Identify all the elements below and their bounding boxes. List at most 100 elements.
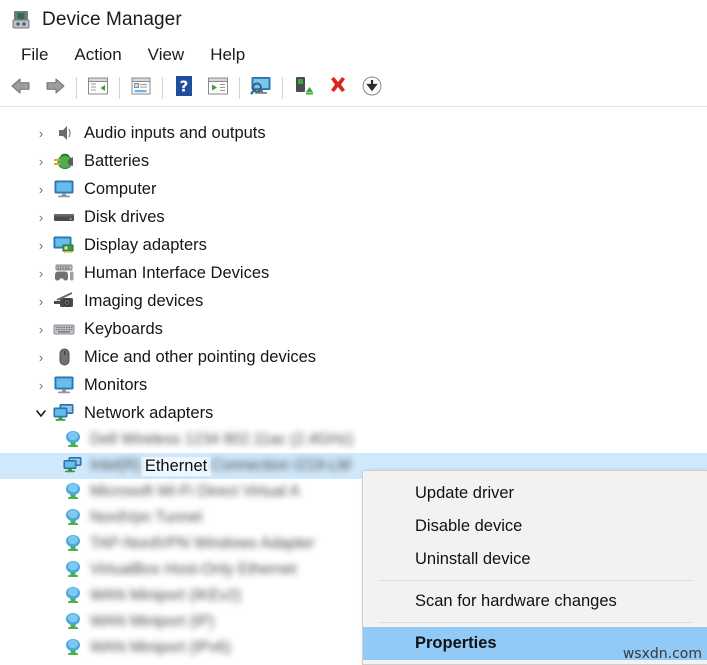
menu-action[interactable]: Action [61, 43, 134, 67]
context-menu[interactable]: Update driver Disable device Uninstall d… [362, 470, 707, 665]
chevron-right-icon[interactable]: › [30, 266, 52, 281]
chevron-right-icon[interactable]: › [30, 154, 52, 169]
tree-node-disk-drives[interactable]: › Disk drives [0, 203, 707, 231]
tree-node-label: Display adapters [84, 235, 207, 254]
device-manager-icon [10, 9, 32, 31]
chevron-right-icon[interactable]: › [30, 350, 52, 365]
speaker-icon [52, 123, 76, 143]
chevron-right-icon[interactable]: › [30, 322, 52, 337]
chevron-right-icon[interactable]: › [30, 378, 52, 393]
context-menu-item-uninstall-device[interactable]: Uninstall device [363, 543, 707, 576]
network-adapter-icon [62, 456, 84, 476]
tree-node-computer[interactable]: › Computer [0, 175, 707, 203]
tree-node-label: Monitors [84, 375, 148, 394]
tree-node-imaging-devices[interactable]: › Imaging devices [0, 287, 707, 315]
toolbar: ? [0, 70, 707, 170]
tree-node-label: Disk drives [84, 207, 165, 226]
tree-node-keyboards[interactable]: › Keyboards [0, 315, 707, 343]
tree-node-label: Network adapters [84, 403, 214, 422]
toolbar-separator [162, 77, 163, 99]
disk-drive-icon [52, 207, 76, 227]
toolbar-separator [239, 77, 240, 99]
redacted-adapter-name: VirtualBox Host-Only Ethernet [90, 561, 297, 578]
menu-bar: File Action View Help [0, 40, 707, 70]
toolbar-separator [119, 77, 120, 99]
context-menu-item-scan-for-hardware-changes[interactable]: Scan for hardware changes [363, 585, 707, 618]
network-device-icon [62, 430, 84, 450]
show-hide-console-tree-button[interactable] [81, 73, 115, 103]
enable-device-icon [293, 75, 315, 102]
properties-icon [130, 76, 152, 101]
back-icon [9, 76, 33, 101]
network-device-icon [62, 482, 84, 502]
network-device-icon [62, 586, 84, 606]
redacted-adapter-name: Dell Wireless 1234 802.11ac (2.4GHz) [90, 431, 354, 448]
context-menu-item-update-driver[interactable]: Update driver [363, 477, 707, 510]
redacted-adapter-name: WAN Miniport (IKEv2) [90, 587, 242, 604]
tree-node-label: Computer [84, 179, 157, 198]
context-menu-separator [379, 580, 692, 581]
computer-icon [52, 179, 76, 199]
scan-for-hardware-changes-button[interactable] [244, 73, 278, 103]
monitor-icon [52, 375, 76, 395]
svg-text:?: ? [180, 77, 189, 95]
context-menu-separator [379, 622, 692, 623]
chevron-right-icon[interactable]: › [30, 238, 52, 253]
redacted-adapter-name: NordVpn Tunnel [90, 509, 203, 526]
tree-node-batteries[interactable]: › Batteries [0, 147, 707, 175]
toolbar-separator [282, 77, 283, 99]
redacted-adapter-suffix: Connection I219-LM [211, 457, 351, 474]
device-manager-window: Device Manager File Action View Help ? ›… [0, 0, 707, 665]
help-button[interactable]: ? [167, 73, 201, 103]
context-menu-item-properties[interactable]: Properties [363, 627, 707, 660]
tree-node-audio-inputs-and-outputs[interactable]: › Audio inputs and outputs [0, 119, 707, 147]
forward-button[interactable] [38, 73, 72, 103]
chevron-down-icon[interactable] [30, 407, 52, 419]
keyboard-icon [52, 319, 76, 339]
chevron-right-icon[interactable]: › [30, 182, 52, 197]
uninstall-device-button[interactable] [321, 73, 355, 103]
network-device-icon [62, 560, 84, 580]
tree-node-label: Batteries [84, 151, 150, 170]
forward-icon [43, 76, 67, 101]
chevron-right-icon[interactable]: › [30, 126, 52, 141]
network-adapter-icon [52, 403, 76, 423]
update-driver-button[interactable] [201, 73, 235, 103]
context-menu-item-disable-device[interactable]: Disable device [363, 510, 707, 543]
help-icon: ? [174, 75, 194, 102]
menu-file[interactable]: File [8, 43, 61, 67]
network-device-icon [62, 508, 84, 528]
show-hide-console-tree-icon [87, 76, 109, 101]
properties-button[interactable] [124, 73, 158, 103]
tree-node-mice-and-other-pointing-devices[interactable]: › Mice and other pointing devices [0, 343, 707, 371]
redacted-adapter-name: Microsoft Wi-Fi Direct Virtual A [90, 483, 300, 500]
network-device-icon [62, 534, 84, 554]
tree-node-label: Mice and other pointing devices [84, 347, 317, 366]
chevron-right-icon[interactable]: › [30, 294, 52, 309]
battery-icon [52, 151, 76, 171]
back-button[interactable] [4, 73, 38, 103]
tree-node-label: Audio inputs and outputs [84, 123, 266, 142]
disable-device-icon [361, 75, 383, 102]
tree-node-human-interface-devices[interactable]: › Human Interface Devices [0, 259, 707, 287]
hid-icon [52, 263, 76, 283]
title-bar: Device Manager [0, 0, 707, 40]
network-adapter-item[interactable]: Dell Wireless 1234 802.11ac (2.4GHz) [0, 427, 707, 453]
network-device-icon [62, 638, 84, 658]
menu-help[interactable]: Help [197, 43, 258, 67]
chevron-right-icon[interactable]: › [30, 210, 52, 225]
disable-device-button[interactable] [355, 73, 389, 103]
redacted-adapter-prefix: Intel(R) [90, 457, 141, 474]
scan-for-hardware-changes-icon [248, 75, 274, 102]
tree-node-network-adapters[interactable]: Network adapters [0, 399, 707, 427]
enable-device-button[interactable] [287, 73, 321, 103]
mouse-icon [52, 347, 76, 367]
tree-node-label: Imaging devices [84, 291, 204, 310]
network-device-icon [62, 612, 84, 632]
tree-node-monitors[interactable]: › Monitors [0, 371, 707, 399]
toolbar-separator [76, 77, 77, 99]
redacted-adapter-name: WAN Miniport (IPv6) [90, 639, 231, 656]
update-driver-icon [207, 76, 229, 101]
menu-view[interactable]: View [135, 43, 198, 67]
tree-node-display-adapters[interactable]: › Display adapters [0, 231, 707, 259]
